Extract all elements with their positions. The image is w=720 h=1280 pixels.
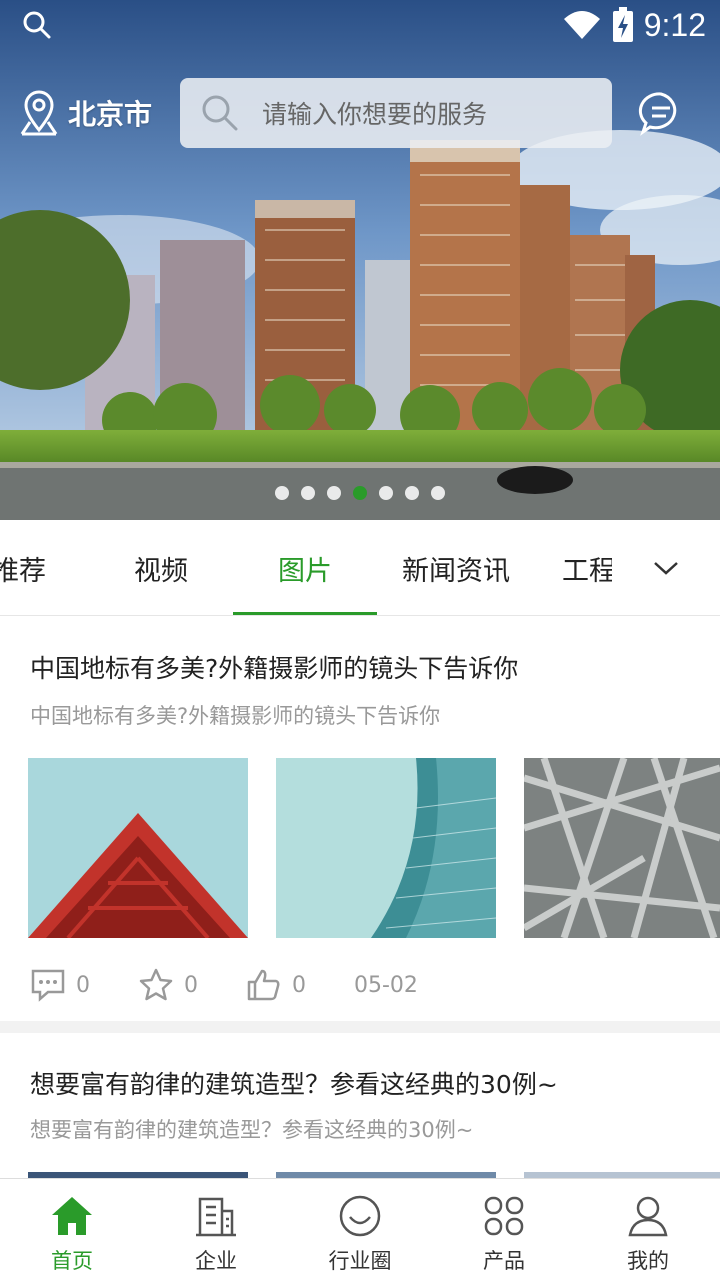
chevron-down-icon [654, 562, 678, 575]
banner-dot[interactable] [431, 486, 445, 500]
article-meta: 0 0 0 05-02 [30, 960, 466, 1010]
tab-pictures[interactable]: 图片 [278, 520, 332, 615]
article-subtitle: 中国地标有多美?外籍摄影师的镜头下告诉你 [30, 704, 441, 728]
favorite-count[interactable]: 0 [138, 968, 198, 1002]
status-bar: 9:12 [0, 0, 720, 50]
location-selector[interactable]: 北京市 [18, 88, 152, 138]
comment-count-value: 0 [76, 972, 90, 998]
header-bar: 北京市 请输入你想要的服务 [0, 78, 720, 148]
nav-industry-circle-label: 行业圈 [328, 1249, 392, 1273]
banner-dot[interactable] [301, 486, 315, 500]
banner-pagination [0, 486, 720, 500]
thumbnail-image [276, 758, 496, 938]
category-tabs: 推荐 视频 图片 新闻资讯 工程 [0, 520, 720, 616]
article-thumbnail[interactable] [276, 758, 496, 938]
status-time: 9:12 [643, 6, 706, 43]
nav-products-label: 产品 [483, 1249, 525, 1273]
banner-dot[interactable] [379, 486, 393, 500]
nav-industry-circle[interactable]: 行业圈 [288, 1179, 432, 1280]
building-icon [196, 1197, 236, 1237]
banner-dot[interactable] [275, 486, 289, 500]
nav-home[interactable]: 首页 [0, 1179, 144, 1280]
article-date-value: 05-02 [354, 972, 418, 998]
article-subtitle: 想要富有韵律的建筑造型？参看这经典的30例~ [30, 1118, 474, 1142]
article-thumbnail[interactable] [524, 758, 720, 938]
wifi-icon [563, 11, 600, 39]
location-label: 北京市 [68, 98, 153, 131]
nav-home-label: 首页 [51, 1249, 93, 1273]
bottom-navigation: 首页 企业 行业圈 产品 我的 [0, 1178, 720, 1280]
search-icon[interactable] [22, 10, 52, 40]
banner-dot[interactable] [327, 486, 341, 500]
nav-mine[interactable]: 我的 [576, 1179, 720, 1280]
message-icon[interactable] [638, 90, 684, 136]
divider [0, 1021, 720, 1033]
tab-news[interactable]: 新闻资讯 [402, 520, 510, 615]
smile-circle-icon [339, 1195, 381, 1237]
thumbnail-image [28, 758, 248, 938]
search-placeholder: 请输入你想要的服务 [262, 100, 488, 129]
tabs-expand-button[interactable] [612, 520, 720, 615]
favorite-count-value: 0 [184, 972, 198, 998]
comment-count[interactable]: 0 [30, 968, 90, 1002]
article-card[interactable]: 想要富有韵律的建筑造型？参看这经典的30例~ 想要富有韵律的建筑造型？参看这经典… [0, 1033, 720, 1178]
thumbnail-image [524, 758, 720, 938]
article-title[interactable]: 中国地标有多美?外籍摄影师的镜头下告诉你 [30, 649, 518, 685]
article-card[interactable]: 中国地标有多美?外籍摄影师的镜头下告诉你 中国地标有多美?外籍摄影师的镜头下告诉… [0, 617, 720, 1021]
banner-dot-active[interactable] [353, 486, 367, 500]
active-tab-indicator [233, 612, 377, 615]
battery-charging-icon [612, 7, 633, 42]
article-thumbnail[interactable] [28, 758, 248, 938]
user-icon [628, 1196, 668, 1237]
nav-products[interactable]: 产品 [432, 1179, 576, 1280]
nav-enterprise-label: 企业 [195, 1249, 237, 1273]
thumbs-up-icon [247, 969, 280, 1001]
tab-recommend[interactable]: 推荐 [0, 520, 46, 615]
nav-mine-label: 我的 [627, 1249, 669, 1273]
tab-video[interactable]: 视频 [134, 520, 188, 615]
search-input[interactable]: 请输入你想要的服务 [180, 78, 612, 148]
tab-engineering[interactable]: 工程 [562, 520, 616, 615]
nav-enterprise[interactable]: 企业 [144, 1179, 288, 1280]
hero-banner[interactable]: 9:12 北京市 请输入你想要的服务 [0, 0, 720, 520]
grid-icon [484, 1196, 524, 1236]
star-icon [139, 968, 173, 1001]
comment-icon [31, 969, 65, 1002]
location-pin-icon [20, 90, 58, 136]
like-count[interactable]: 0 [246, 968, 306, 1002]
article-title[interactable]: 想要富有韵律的建筑造型？参看这经典的30例~ [30, 1065, 558, 1101]
home-icon [52, 1197, 92, 1235]
article-date: 05-02 [354, 973, 418, 998]
banner-dot[interactable] [405, 486, 419, 500]
like-count-value: 0 [292, 972, 306, 998]
search-icon [202, 95, 238, 131]
